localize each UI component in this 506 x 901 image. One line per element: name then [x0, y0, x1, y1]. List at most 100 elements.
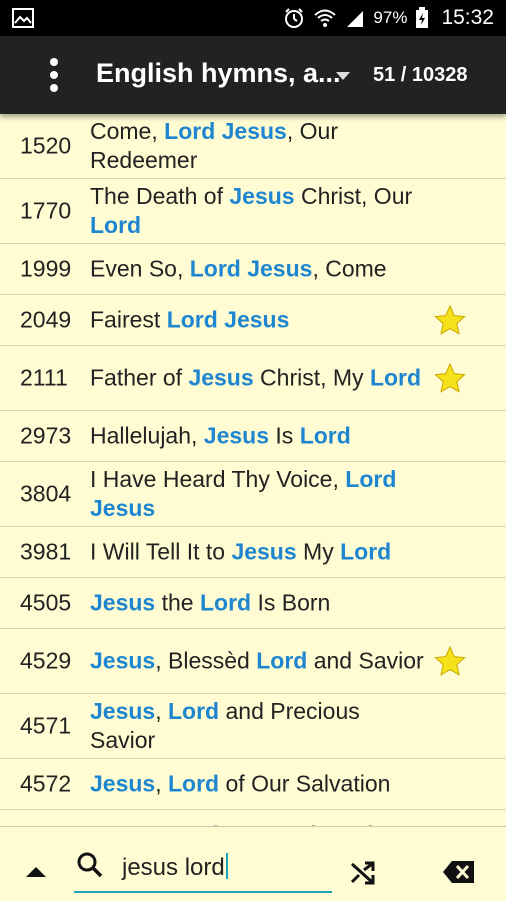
text-cursor [225, 853, 228, 879]
status-bar: 97% 15:32 [0, 0, 506, 36]
search-match: Jesus [90, 698, 156, 724]
wifi-icon [314, 9, 337, 27]
hymn-number: 2049 [20, 306, 72, 333]
title-text: Christ, My [253, 364, 370, 391]
title-text: , [155, 770, 168, 797]
hymn-row[interactable]: 1520 Come, Lord Jesus, Our Redeemer [0, 114, 506, 179]
clock: 15:32 [441, 6, 494, 29]
favorite-star-icon[interactable] [434, 304, 466, 336]
hymn-title: Hallelujah, Jesus Is Lord [90, 422, 430, 451]
hymn-row[interactable]: 2973 Hallelujah, Jesus Is Lord [0, 411, 506, 462]
search-match: Jesus [188, 364, 254, 391]
favorite-star-icon[interactable] [434, 362, 466, 394]
search-match: Lord [340, 538, 392, 565]
title-text: I Have Heard Thy Voice, [90, 466, 346, 492]
search-match: Lord [369, 364, 422, 391]
hymn-title: Father of Jesus Christ, My Lord [90, 364, 430, 393]
favorite-star-icon[interactable] [434, 645, 466, 677]
hymnal-selector[interactable]: English hymns, a... [96, 58, 341, 89]
hymn-title: Jesus, Blessèd Lord and Savior [90, 647, 430, 676]
title-text: Come, [90, 118, 165, 144]
search-icon [77, 852, 103, 878]
hymn-row[interactable]: 4573Jesus, Lord, We Look to Thee [0, 810, 506, 827]
hymn-number: 4571 [20, 712, 72, 739]
hymn-number: 4572 [20, 770, 72, 797]
hymn-number: 1520 [20, 132, 72, 159]
search-match: Jesus [203, 422, 270, 449]
title-text: , [155, 698, 168, 724]
hymn-title: Jesus, Lord and Precious Savior [90, 697, 430, 755]
hymn-number: 4529 [20, 647, 72, 674]
overflow-menu-icon[interactable] [40, 54, 68, 98]
backspace-icon[interactable] [442, 860, 476, 884]
hymn-row[interactable]: 4572 Jesus, Lord of Our Salvation [0, 759, 506, 810]
gallery-notification-icon [12, 8, 34, 28]
search-match: Lord [199, 589, 252, 616]
hymn-title: Jesus, Lord of Our Salvation [90, 770, 430, 799]
hymn-number: 2111 [20, 364, 68, 391]
search-match: Jesus [90, 589, 156, 616]
search-match: Lord [299, 422, 351, 449]
title-text: Even So, [90, 255, 190, 282]
title-text: and Savior [307, 647, 424, 674]
hymn-number: 4505 [20, 589, 72, 616]
title-text: Fairest [90, 306, 167, 333]
title-text: Christ, Our [294, 183, 413, 209]
hymn-number: 3804 [20, 480, 72, 507]
title-text: Is [269, 422, 300, 449]
search-match: Jesus [90, 647, 156, 674]
hymn-number: 1999 [20, 255, 72, 282]
search-match: Lord [90, 212, 142, 238]
search-input[interactable]: jesus lord [122, 853, 228, 882]
hymn-row[interactable]: 3981 I Will Tell It to Jesus My Lord [0, 527, 506, 578]
title-text: I Will Tell It to [90, 538, 232, 565]
hymn-title: I Will Tell It to Jesus My Lord [90, 538, 430, 567]
title-text: of Our Salvation [219, 770, 391, 797]
search-match: Lord [168, 698, 220, 724]
search-query: jesus lord [122, 854, 225, 881]
title-text: Is Born [251, 589, 331, 616]
app-bar: English hymns, a... 51 / 10328 [0, 36, 506, 114]
search-match: Lord [256, 647, 308, 674]
hymn-title: Even So, Lord Jesus, Come [90, 255, 430, 284]
hymn-row[interactable]: 3804 I Have Heard Thy Voice, Lord Jesus [0, 462, 506, 527]
hymn-title: Fairest Lord Jesus [90, 306, 430, 335]
search-match: Lord Jesus [166, 306, 290, 333]
search-match: Lord Jesus [189, 255, 313, 282]
signal-icon [347, 11, 364, 27]
search-match: Lord [168, 770, 220, 797]
search-match: Jesus [229, 183, 295, 209]
shuffle-icon[interactable] [350, 860, 376, 886]
hymn-row[interactable]: 4571 Jesus, Lord and Precious Savior [0, 694, 506, 759]
hymn-title: Jesus the Lord Is Born [90, 589, 430, 618]
hymn-row[interactable]: 2049 Fairest Lord Jesus [0, 295, 506, 346]
hymn-number: 2973 [20, 422, 72, 449]
up-arrow-icon[interactable] [26, 867, 46, 877]
battery-percent: 97% [373, 8, 408, 27]
title-text: the [155, 589, 200, 616]
hymn-title: Come, Lord Jesus, Our Redeemer [90, 117, 430, 175]
hymn-number: 1770 [20, 197, 72, 224]
title-text: Hallelujah, [90, 422, 204, 449]
hymn-row[interactable]: 1770 The Death of Jesus Christ, Our Lord [0, 179, 506, 244]
hymn-row[interactable]: 2111 Father of Jesus Christ, My Lord [0, 346, 506, 411]
search-match: Jesus [90, 770, 156, 797]
search-match: Lord Jesus [164, 118, 287, 144]
hymn-title: I Have Heard Thy Voice, Lord Jesus [90, 465, 430, 523]
dropdown-arrow-icon[interactable] [336, 72, 350, 80]
title-text: , Come [312, 255, 387, 282]
title-text: The Death of [90, 183, 230, 209]
hymn-title: The Death of Jesus Christ, Our Lord [90, 182, 430, 240]
hymn-number: 3981 [20, 538, 72, 565]
result-counter: 51 / 10328 [373, 64, 468, 86]
search-bar: jesus lord [0, 826, 506, 901]
hymn-row[interactable]: 1999 Even So, Lord Jesus, Come [0, 244, 506, 295]
hymn-row[interactable]: 4505 Jesus the Lord Is Born [0, 578, 506, 629]
search-match: Jesus [231, 538, 297, 565]
hymn-row[interactable]: 4529 Jesus, Blessèd Lord and Savior [0, 629, 506, 694]
hymn-list[interactable]: 1520 Come, Lord Jesus, Our Redeemer 1770 Th… [0, 114, 506, 826]
title-text: Father of [90, 364, 189, 391]
title-text: , Blessèd [155, 647, 257, 674]
battery-icon [416, 7, 429, 28]
alarm-icon [285, 8, 304, 28]
